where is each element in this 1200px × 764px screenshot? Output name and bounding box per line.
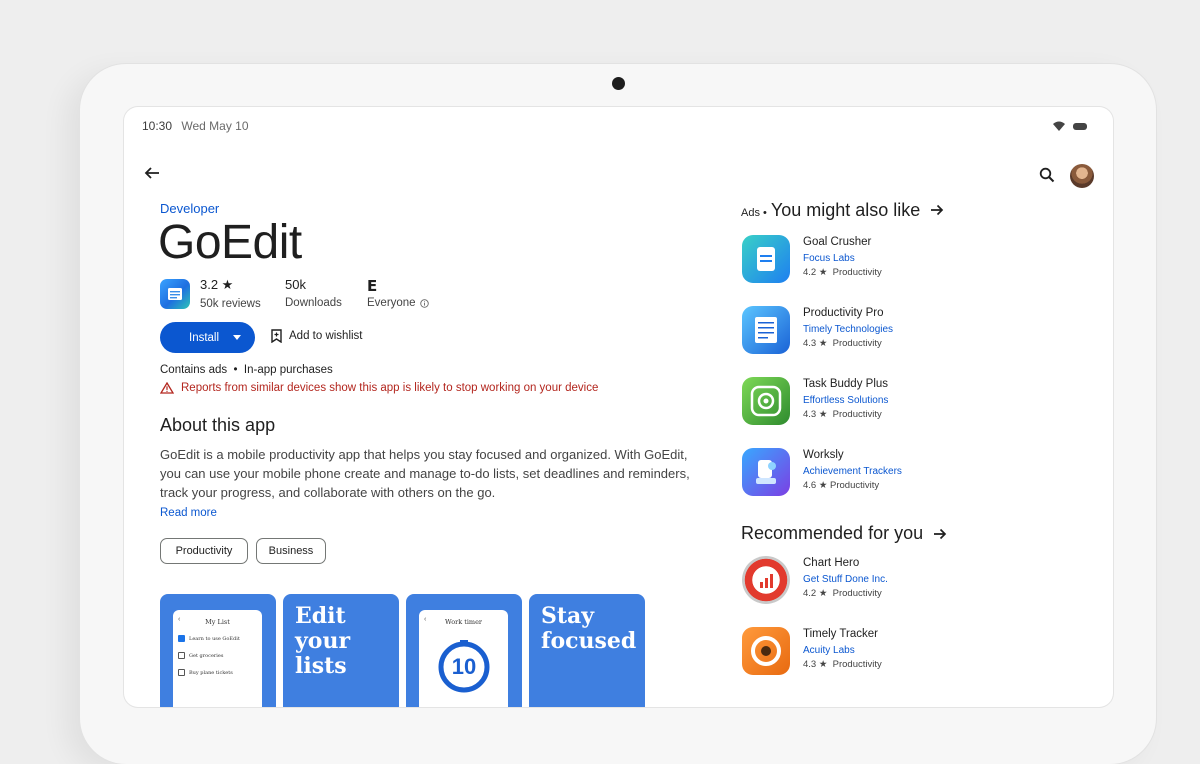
status-icons bbox=[1053, 121, 1087, 131]
recommended-header[interactable]: Recommended for you bbox=[741, 523, 947, 544]
app-name: Chart Hero bbox=[803, 557, 860, 569]
back-button[interactable] bbox=[140, 161, 164, 185]
status-bar: 10:30 Wed May 10 bbox=[142, 119, 249, 133]
todo-item: Learn to use GoEdit bbox=[178, 635, 240, 642]
downloads-label: Downloads bbox=[285, 297, 342, 309]
app-developer: Achievement Trackers bbox=[803, 466, 902, 477]
chip-productivity[interactable]: Productivity bbox=[160, 538, 248, 564]
rating-stat: 3.2 ★ 50k reviews bbox=[200, 277, 261, 310]
worksly-icon bbox=[742, 448, 790, 496]
search-icon bbox=[1039, 167, 1055, 183]
warning-triangle-icon bbox=[160, 382, 174, 394]
reviews-count: 50k reviews bbox=[200, 298, 261, 310]
content-rating-label: Everyone bbox=[367, 297, 416, 309]
wifi-icon bbox=[1053, 121, 1065, 131]
goal-crusher-icon bbox=[742, 235, 790, 283]
app-title: GoEdit bbox=[158, 216, 302, 269]
compatibility-warning: Reports from similar devices show this a… bbox=[160, 382, 598, 394]
screenshot-1[interactable]: ‹ My List Learn to use GoEdit Get grocer… bbox=[160, 594, 276, 707]
info-icon[interactable] bbox=[419, 298, 429, 308]
content-rating-badge: E bbox=[367, 277, 378, 295]
screenshot-4[interactable]: Stay focused bbox=[529, 594, 645, 707]
list-title: My List bbox=[205, 618, 230, 626]
account-avatar[interactable] bbox=[1070, 164, 1094, 188]
back-arrow-icon bbox=[144, 167, 159, 179]
recommended-app-item[interactable]: Chart Hero Get Stuff Done Inc. 4.2 ★ Pro… bbox=[741, 556, 1001, 608]
chart-hero-icon bbox=[742, 556, 790, 604]
checkbox-icon bbox=[178, 652, 185, 659]
wishlist-button[interactable]: Add to wishlist bbox=[270, 329, 363, 343]
recommended-app-item[interactable]: Timely Tracker Acuity Labs 4.3 ★ Product… bbox=[741, 627, 1001, 679]
front-camera bbox=[612, 77, 625, 90]
app-meta: 4.3 ★ Productivity bbox=[803, 338, 882, 349]
search-button[interactable] bbox=[1035, 163, 1059, 187]
goedit-logo-icon bbox=[168, 288, 182, 300]
screenshot-caption: Stay focused bbox=[541, 603, 637, 654]
ads-purchases-note: Contains ads • In-app purchases bbox=[160, 364, 333, 376]
tablet-screen: 10:30 Wed May 10 Developer GoEdit 3.2 ★ bbox=[124, 107, 1113, 707]
content-rating-stat: E Everyone bbox=[367, 277, 429, 309]
app-meta: 4.3 ★ Productivity bbox=[803, 659, 882, 670]
developer-link[interactable]: Developer bbox=[160, 201, 219, 216]
ads-label: Ads • bbox=[741, 207, 767, 219]
install-dropdown-icon[interactable] bbox=[233, 335, 241, 340]
app-name: Task Buddy Plus bbox=[803, 378, 889, 390]
downloads-value: 50k bbox=[285, 277, 306, 292]
status-date: Wed May 10 bbox=[181, 119, 249, 133]
status-time: 10:30 bbox=[142, 119, 173, 133]
read-more-link[interactable]: Read more bbox=[160, 507, 217, 519]
chip-business[interactable]: Business bbox=[256, 538, 326, 564]
ad-app-item[interactable]: Worksly Achievement Trackers 4.6 ★ Produ… bbox=[741, 448, 1001, 500]
rating-value: 3.2 ★ bbox=[200, 277, 234, 292]
wishlist-label: Add to wishlist bbox=[289, 330, 363, 342]
app-name: Timely Tracker bbox=[803, 628, 878, 640]
battery-icon bbox=[1073, 122, 1087, 130]
arrow-right-icon bbox=[934, 528, 947, 539]
app-developer: Timely Technologies bbox=[803, 324, 894, 335]
ads-section-title: You might also like bbox=[770, 200, 921, 220]
install-button[interactable]: Install bbox=[160, 322, 255, 353]
install-label: Install bbox=[189, 331, 220, 344]
ads-header[interactable]: Ads • You might also like bbox=[741, 200, 944, 221]
bookmark-add-icon bbox=[271, 329, 282, 343]
app-name: Worksly bbox=[803, 449, 844, 461]
app-developer: Effortless Solutions bbox=[803, 395, 889, 406]
screenshot-2[interactable]: Edit your lists bbox=[283, 594, 399, 707]
app-developer: Acuity Labs bbox=[803, 645, 855, 656]
ad-app-item[interactable]: Goal Crusher Focus Labs 4.2 ★ Productivi… bbox=[741, 235, 1001, 287]
productivity-pro-icon bbox=[742, 306, 790, 354]
screenshot-phone: ‹ My List Learn to use GoEdit Get grocer… bbox=[173, 610, 262, 707]
about-title: About this app bbox=[160, 415, 276, 435]
app-developer: Get Stuff Done Inc. bbox=[803, 574, 888, 585]
ad-app-item[interactable]: Productivity Pro Timely Technologies 4.3… bbox=[741, 306, 1001, 358]
screenshot-caption: Edit your lists bbox=[295, 603, 351, 679]
screenshot-phone: ‹ Work timer 10 bbox=[419, 610, 508, 707]
downloads-stat: 50k Downloads bbox=[285, 277, 342, 309]
checkbox-checked-icon bbox=[178, 635, 185, 642]
timer-value: 10 bbox=[451, 654, 477, 679]
app-meta: 4.3 ★ Productivity bbox=[803, 409, 882, 420]
task-buddy-plus-icon bbox=[742, 377, 790, 425]
timely-tracker-icon bbox=[742, 627, 790, 675]
arrow-right-icon bbox=[931, 204, 944, 216]
screenshot-3[interactable]: ‹ Work timer 10 bbox=[406, 594, 522, 707]
warning-text: Reports from similar devices show this a… bbox=[181, 382, 599, 394]
about-description: GoEdit is a mobile productivity app that… bbox=[160, 447, 690, 500]
app-meta: 4.2 ★ Productivity bbox=[803, 588, 882, 599]
app-meta: 4.2 ★ Productivity bbox=[803, 267, 882, 278]
app-icon bbox=[160, 279, 190, 309]
ad-app-item[interactable]: Task Buddy Plus Effortless Solutions 4.3… bbox=[741, 377, 1001, 429]
timer-title: Work timer bbox=[444, 618, 483, 626]
app-developer: Focus Labs bbox=[803, 253, 855, 264]
todo-item: Get groceries bbox=[178, 652, 223, 659]
recommended-title: Recommended for you bbox=[741, 523, 924, 543]
app-name: Productivity Pro bbox=[803, 307, 884, 319]
app-name: Goal Crusher bbox=[803, 236, 872, 248]
app-meta: 4.6 ★ Productivity bbox=[803, 480, 880, 491]
